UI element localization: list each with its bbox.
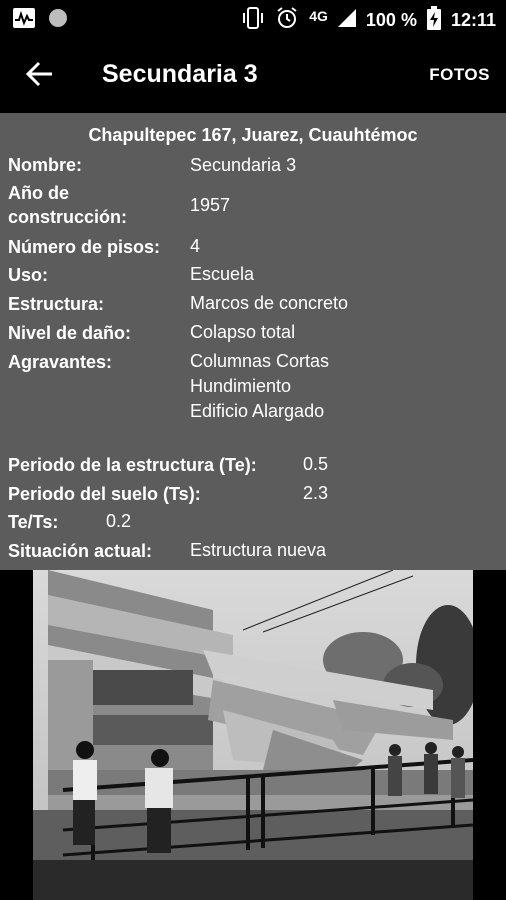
pisos-value: 4: [190, 236, 201, 256]
battery-charging-icon: [426, 6, 441, 35]
dano-value: Colapso total: [190, 322, 296, 342]
signal-icon: [337, 9, 356, 32]
dano-label: Nivel de daño:: [8, 323, 132, 343]
pisos-label: Número de pisos:: [8, 237, 161, 257]
ts-label: Periodo del suelo (Ts):: [8, 484, 201, 504]
battery-percent: 100 %: [365, 10, 417, 30]
page-title: Secundaria 3: [102, 60, 258, 88]
uso-value: Escuela: [190, 264, 255, 284]
nombre-label: Nombre:: [8, 155, 83, 175]
agravante-item: Edificio Alargado: [190, 401, 325, 421]
agravantes-label: Agravantes:: [8, 352, 113, 372]
situacion-value: Estructura nueva: [190, 540, 327, 560]
alarm-icon: [275, 6, 299, 35]
vibrate-icon: [241, 7, 265, 34]
clock: 12:11: [450, 10, 496, 30]
fotos-button[interactable]: FOTOS: [429, 65, 490, 85]
arrow-back-icon: [25, 61, 52, 87]
ano-value: 1957: [190, 195, 231, 215]
estructura-label: Estructura:: [8, 294, 105, 314]
tets-label: Te/Ts:: [8, 512, 59, 532]
ano-label-line1: Año de: [8, 183, 69, 203]
agravante-item: Columnas Cortas: [190, 351, 330, 371]
uso-label: Uso:: [8, 265, 48, 285]
app-bar: Secundaria 3 FOTOS: [0, 36, 506, 113]
ts-value: 2.3: [303, 483, 329, 503]
ano-label-line2: construcción:: [8, 207, 128, 227]
nombre-value: Secundaria 3: [190, 155, 297, 175]
tets-value: 0.2: [106, 511, 132, 531]
back-button[interactable]: [24, 58, 56, 90]
te-value: 0.5: [303, 454, 329, 474]
estructura-value: Marcos de concreto: [190, 293, 349, 313]
status-bar: 4G 100 % 12:11: [0, 0, 506, 36]
record-icon: [48, 8, 68, 33]
address: Chapultepec 167, Juarez, Cuauhtémoc: [88, 125, 418, 145]
photo-container: [0, 570, 506, 900]
building-info-panel: Chapultepec 167, Juarez, Cuauhtémoc Nomb…: [0, 113, 506, 570]
te-label: Periodo de la estructura (Te):: [8, 455, 257, 475]
building-collapse-photo[interactable]: [33, 570, 473, 900]
network-type: 4G: [309, 7, 328, 24]
situacion-label: Situación actual:: [8, 541, 153, 561]
activity-icon: [12, 7, 36, 34]
agravante-item: Hundimiento: [190, 376, 292, 396]
